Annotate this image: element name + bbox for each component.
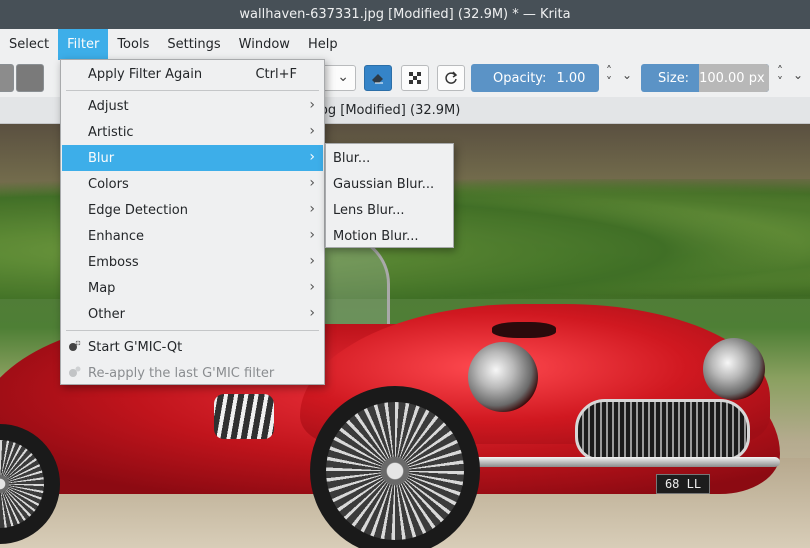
menu-item-label: Enhance — [88, 228, 145, 244]
gmic-icon — [69, 340, 81, 351]
menu-item-enhance[interactable]: Enhance › — [62, 223, 323, 249]
menu-window[interactable]: Window — [230, 29, 299, 60]
filter-menu: Apply Filter Again Ctrl+F Adjust › Artis… — [60, 59, 325, 385]
chevron-right-icon: › — [309, 305, 315, 321]
car-grille — [575, 399, 750, 461]
menubar: Select Filter Tools Settings Window Help — [0, 29, 810, 60]
background-color-swatch[interactable] — [16, 64, 44, 92]
size-slider[interactable]: Size: 100.00 px — [641, 64, 769, 92]
license-plate: 68 LL — [656, 474, 710, 494]
chevron-right-icon: › — [309, 123, 315, 139]
foreground-color-swatch[interactable] — [0, 64, 14, 92]
checkerboard-icon — [409, 72, 421, 84]
size-dropdown-icon[interactable]: ⌄ — [792, 69, 804, 81]
menu-item-label: Blur — [88, 150, 115, 166]
chevron-right-icon: › — [309, 201, 315, 217]
chevron-right-icon: › — [309, 253, 315, 269]
menu-item-label: Artistic — [88, 124, 134, 140]
size-value: 100.00 px — [699, 70, 765, 86]
chevron-right-icon: › — [309, 149, 315, 165]
menu-item-label: Colors — [88, 176, 129, 192]
eraser-mode-button[interactable] — [364, 65, 392, 91]
chevron-right-icon: › — [309, 279, 315, 295]
chevron-down-icon: ⌄ — [337, 69, 349, 85]
menu-item-label: Edge Detection — [88, 202, 189, 218]
submenu-item-blur[interactable]: Blur... — [327, 145, 452, 171]
menu-item-label: Emboss — [88, 254, 139, 270]
reload-preset-button[interactable] — [437, 65, 465, 91]
reload-icon — [445, 71, 458, 84]
menu-item-label: Start G'MIC-Qt — [88, 339, 183, 355]
menu-item-apply-filter-again[interactable]: Apply Filter Again Ctrl+F — [62, 61, 323, 87]
shortcut-label: Ctrl+F — [255, 66, 297, 82]
left-headlamp — [468, 342, 538, 412]
menu-help[interactable]: Help — [299, 29, 347, 60]
chevron-right-icon: › — [309, 175, 315, 191]
menu-item-adjust[interactable]: Adjust › — [62, 93, 323, 119]
menu-item-reapply-gmic[interactable]: Re-apply the last G'MIC filter — [62, 360, 323, 386]
opacity-value: 1.00 — [556, 70, 586, 86]
right-headlamp — [703, 338, 765, 400]
menu-item-emboss[interactable]: Emboss › — [62, 249, 323, 275]
menu-item-blur[interactable]: Blur › — [62, 145, 323, 171]
menu-select[interactable]: Select — [0, 29, 58, 60]
menu-item-label: Map — [88, 280, 116, 296]
submenu-item-lens-blur[interactable]: Lens Blur... — [327, 197, 452, 223]
menu-separator — [66, 330, 319, 331]
menu-tools[interactable]: Tools — [108, 29, 158, 60]
opacity-spin-buttons[interactable]: ˄ ˅ — [603, 65, 615, 88]
menu-separator — [66, 90, 319, 91]
size-label: Size: — [658, 70, 690, 86]
chevron-right-icon: › — [309, 97, 315, 113]
menu-item-colors[interactable]: Colors › — [62, 171, 323, 197]
side-vent — [214, 394, 274, 439]
submenu-item-gaussian-blur[interactable]: Gaussian Blur... — [327, 171, 452, 197]
submenu-item-motion-blur[interactable]: Motion Blur... — [327, 223, 452, 249]
preserve-alpha-button[interactable] — [401, 65, 429, 91]
window-title-bar: wallhaven-637331.jpg [Modified] (32.9M) … — [0, 0, 810, 29]
menu-item-edge-detection[interactable]: Edge Detection › — [62, 197, 323, 223]
menu-item-label: Re-apply the last G'MIC filter — [88, 365, 275, 381]
size-spin-buttons[interactable]: ˄ ˅ — [774, 65, 786, 88]
opacity-label: Opacity: — [493, 70, 547, 86]
menu-item-artistic[interactable]: Artistic › — [62, 119, 323, 145]
blur-submenu: Blur... Gaussian Blur... Lens Blur... Mo… — [325, 143, 454, 248]
gmic-reapply-icon — [69, 366, 81, 377]
document-tab-title[interactable]: jpg [Modified] (32.9M) — [316, 103, 460, 118]
menu-item-other[interactable]: Other › — [62, 301, 323, 327]
menu-filter[interactable]: Filter — [58, 29, 109, 60]
opacity-slider[interactable]: Opacity: 1.00 — [471, 64, 599, 92]
eraser-icon — [372, 74, 383, 84]
car-bumper — [470, 457, 780, 467]
chevron-right-icon: › — [309, 227, 315, 243]
menu-settings[interactable]: Settings — [158, 29, 229, 60]
menu-item-label: Other — [88, 306, 125, 322]
window-title: wallhaven-637331.jpg [Modified] (32.9M) … — [239, 7, 571, 22]
menu-item-map[interactable]: Map › — [62, 275, 323, 301]
hood-scoop — [492, 322, 556, 338]
front-wheel — [310, 386, 480, 548]
menu-item-label: Apply Filter Again — [88, 66, 203, 82]
opacity-dropdown-icon[interactable]: ⌄ — [621, 69, 633, 81]
menu-item-label: Adjust — [88, 98, 129, 114]
menu-item-start-gmic[interactable]: Start G'MIC-Qt — [62, 334, 323, 360]
